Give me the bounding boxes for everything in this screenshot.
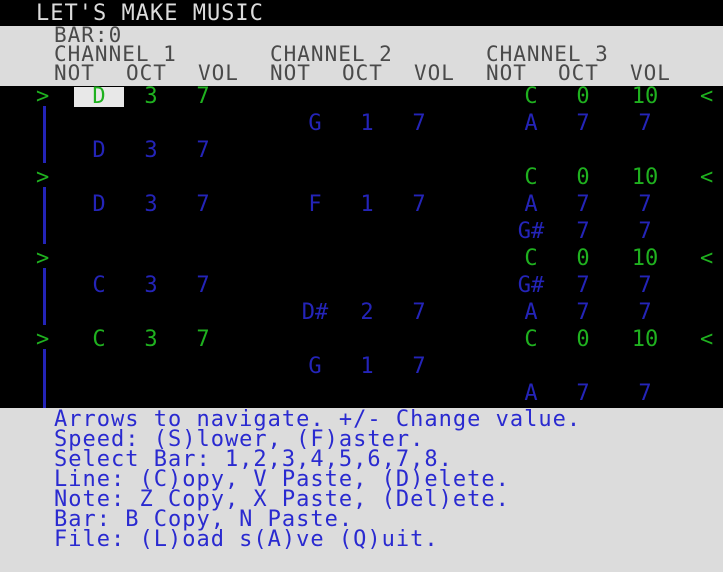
col-ch2-octave: OCT [342,61,383,85]
ch1-note-cell[interactable]: C [74,329,124,351]
column-header: BAR:0 CHANNEL 1 CHANNEL 2 CHANNEL 3 NOT … [0,25,723,86]
ch2-note-cell[interactable]: F [290,194,340,216]
cursor-cell[interactable]: D [74,86,124,108]
beat-marker-right: < [700,327,714,352]
ch3-octave-cell[interactable]: 0 [558,248,608,270]
ch1-note-cell[interactable]: C [74,275,124,297]
beat-marker-left: > [36,84,50,109]
ch3-volume-cell[interactable]: 10 [620,86,670,108]
col-ch1-volume: VOL [198,61,239,85]
ch1-volume-cell[interactable]: 7 [178,86,228,108]
ch3-octave-cell[interactable]: 7 [558,275,608,297]
ch2-note-cell[interactable]: D# [290,302,340,324]
col-ch1-octave: OCT [126,61,167,85]
ch2-note-cell[interactable]: G [290,356,340,378]
ch2-volume-cell[interactable]: 7 [394,113,444,135]
beat-marker-right: < [700,84,714,109]
beat-guide-line [43,268,46,325]
help-panel: Arrows to navigate. +/- Change value. Sp… [0,408,723,572]
ch3-volume-cell[interactable]: 10 [620,167,670,189]
col-ch2-volume: VOL [414,61,455,85]
col-ch1-note: NOT [54,61,95,85]
ch1-octave-cell[interactable]: 3 [126,194,176,216]
ch2-note-cell[interactable]: G [290,113,340,135]
ch3-octave-cell[interactable]: 7 [558,221,608,243]
ch1-octave-cell[interactable]: 3 [126,275,176,297]
ch3-octave-cell[interactable]: 0 [558,167,608,189]
beat-marker-right: < [700,165,714,190]
ch1-octave-cell[interactable]: 3 [126,329,176,351]
col-ch3-note: NOT [486,61,527,85]
ch3-note-cell[interactable]: A [506,113,556,135]
ch3-octave-cell[interactable]: 0 [558,329,608,351]
pattern-grid[interactable]: > < D 3 7 C 0 10 G 1 7 A 7 7 D 3 7 > < C 0 10 D 3 7 F 1 7 A 7 7 G# 7 7 > < C… [0,84,723,433]
ch2-octave-cell[interactable]: 1 [342,356,392,378]
ch3-octave-cell[interactable]: 7 [558,113,608,135]
ch2-volume-cell[interactable]: 7 [394,302,444,324]
col-ch3-octave: OCT [558,61,599,85]
ch3-octave-cell[interactable]: 7 [558,383,608,405]
ch1-octave-cell[interactable]: 3 [126,86,176,108]
ch1-volume-cell[interactable]: 7 [178,140,228,162]
ch1-note-cell[interactable]: D [74,194,124,216]
ch3-note-cell[interactable]: G# [506,221,556,243]
ch3-volume-cell[interactable]: 10 [620,329,670,351]
ch3-note-cell[interactable]: C [506,248,556,270]
ch2-volume-cell[interactable]: 7 [394,194,444,216]
ch1-octave-cell[interactable]: 3 [126,140,176,162]
ch2-volume-cell[interactable]: 7 [394,356,444,378]
help-line-file-ops: File: (L)oad s(A)ve (Q)uit. [54,527,439,552]
beat-marker-left: > [36,246,50,271]
col-ch2-note: NOT [270,61,311,85]
ch3-volume-cell[interactable]: 7 [620,194,670,216]
ch3-volume-cell[interactable]: 7 [620,383,670,405]
beat-marker-left: > [36,327,50,352]
ch3-note-cell[interactable]: G# [506,275,556,297]
ch3-octave-cell[interactable]: 7 [558,194,608,216]
ch3-note-cell[interactable]: A [506,194,556,216]
ch3-octave-cell[interactable]: 0 [558,86,608,108]
ch3-note-cell[interactable]: C [506,167,556,189]
ch3-note-cell[interactable]: C [506,86,556,108]
ch2-octave-cell[interactable]: 2 [342,302,392,324]
ch1-volume-cell[interactable]: 7 [178,275,228,297]
beat-guide-line [43,106,46,163]
beat-guide-line [43,187,46,244]
ch2-octave-cell[interactable]: 1 [342,194,392,216]
ch3-volume-cell[interactable]: 7 [620,221,670,243]
ch3-note-cell[interactable]: A [506,302,556,324]
ch3-note-cell[interactable]: A [506,383,556,405]
beat-marker-right: < [700,246,714,271]
ch3-volume-cell[interactable]: 7 [620,113,670,135]
beat-marker-left: > [36,165,50,190]
ch1-note-cell[interactable]: D [74,140,124,162]
app-title: LET'S MAKE MUSIC [36,1,264,26]
ch2-octave-cell[interactable]: 1 [342,113,392,135]
ch3-note-cell[interactable]: C [506,329,556,351]
ch3-octave-cell[interactable]: 7 [558,302,608,324]
ch1-volume-cell[interactable]: 7 [178,329,228,351]
ch1-volume-cell[interactable]: 7 [178,194,228,216]
ch3-volume-cell[interactable]: 7 [620,275,670,297]
col-ch3-volume: VOL [630,61,671,85]
ch3-volume-cell[interactable]: 10 [620,248,670,270]
ch3-volume-cell[interactable]: 7 [620,302,670,324]
